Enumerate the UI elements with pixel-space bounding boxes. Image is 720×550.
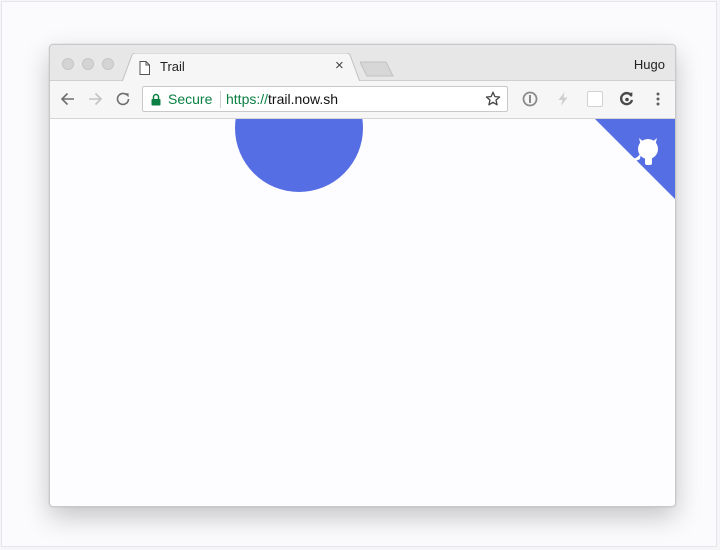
- url-text[interactable]: https://trail.now.sh: [226, 91, 338, 107]
- browser-window: Trail × Hugo Secure https://trail.now.sh: [49, 44, 676, 507]
- tab-title: Trail: [160, 59, 185, 74]
- window-close-button[interactable]: [62, 58, 74, 70]
- page-viewport: [50, 119, 675, 506]
- security-label[interactable]: Secure: [168, 91, 212, 107]
- tab-strip: Trail × Hugo: [50, 45, 675, 82]
- lightning-icon[interactable]: [554, 90, 572, 108]
- url-host: trail.now.sh: [268, 91, 339, 107]
- kebab-menu-icon[interactable]: [649, 90, 667, 108]
- omnibox-separator: [220, 91, 221, 108]
- profile-name[interactable]: Hugo: [634, 57, 665, 72]
- back-arrow-icon[interactable]: [59, 90, 77, 108]
- address-bar[interactable]: Secure https://trail.now.sh: [142, 86, 508, 112]
- reload-icon[interactable]: [114, 90, 132, 108]
- blank-extension-icon[interactable]: [586, 90, 604, 108]
- new-tab-button[interactable]: [360, 61, 394, 77]
- lock-icon: [151, 93, 161, 106]
- bookmark-star-icon[interactable]: [485, 91, 501, 107]
- tab-close-icon[interactable]: ×: [335, 57, 344, 75]
- url-scheme: https://: [226, 91, 269, 107]
- github-octocat-icon[interactable]: [595, 119, 675, 199]
- forward-arrow-icon[interactable]: [86, 90, 104, 108]
- toolbar: Secure https://trail.now.sh: [50, 81, 675, 119]
- window-zoom-button[interactable]: [102, 58, 114, 70]
- tab-active[interactable]: [122, 53, 360, 82]
- onepassword-icon[interactable]: [521, 90, 539, 108]
- window-minimize-button[interactable]: [82, 58, 94, 70]
- refresh-swirl-icon[interactable]: [618, 90, 636, 108]
- blue-circle-shape: [235, 119, 363, 192]
- page-icon: [139, 61, 150, 75]
